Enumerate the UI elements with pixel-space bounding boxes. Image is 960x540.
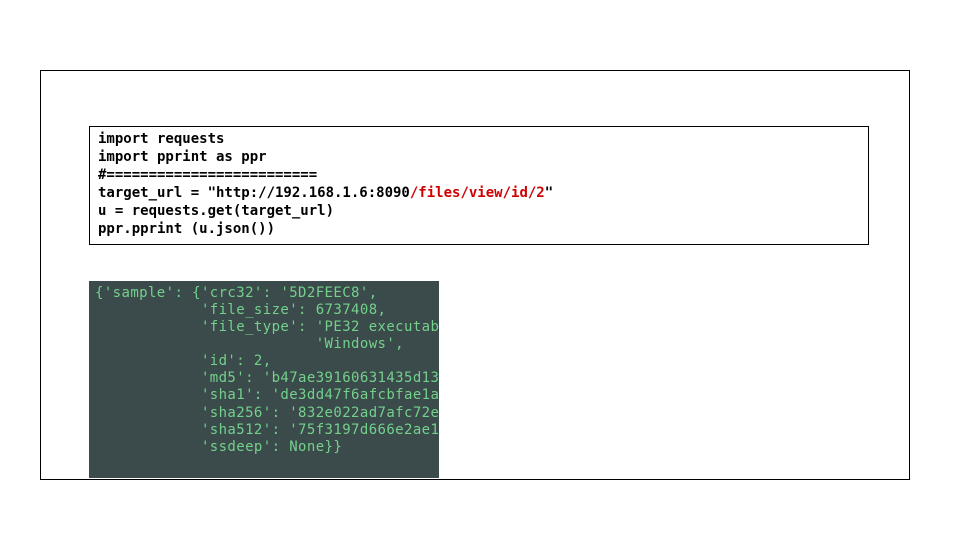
code-line: #========================= [98, 167, 860, 185]
terminal-output-box: {'sample': {'crc32': '5D2FEEC8', 'file_s… [89, 281, 439, 478]
output-line: 'file_size': 6737408, [95, 302, 433, 319]
output-line: 'Windows', [95, 336, 433, 353]
code-line: import requests [98, 131, 860, 149]
python-code-box: import requests import pprint as ppr #==… [89, 126, 869, 245]
code-line: import pprint as ppr [98, 149, 860, 167]
url-path-highlight: /files/view/id/2 [410, 185, 545, 201]
output-line: 'file_type': 'PE32 executab [95, 319, 433, 336]
code-line: ppr.pprint (u.json()) [98, 221, 860, 239]
code-line: target_url = "http://192.168.1.6:8090/fi… [98, 185, 860, 203]
output-line: 'ssdeep': None}} [95, 439, 433, 456]
output-line: {'sample': {'crc32': '5D2FEEC8', [95, 285, 433, 302]
code-line: u = requests.get(target_url) [98, 203, 860, 221]
output-line: 'id': 2, [95, 353, 433, 370]
output-line: 'sha256': '832e022ad7afc72e [95, 405, 433, 422]
output-line: 'sha1': 'de3dd47f6afcbfae1a [95, 387, 433, 404]
slide-frame: import requests import pprint as ppr #==… [40, 70, 910, 480]
output-line: 'sha512': '75f3197d666e2ae1 [95, 422, 433, 439]
output-line: 'md5': 'b47ae39160631435d13 [95, 370, 433, 387]
